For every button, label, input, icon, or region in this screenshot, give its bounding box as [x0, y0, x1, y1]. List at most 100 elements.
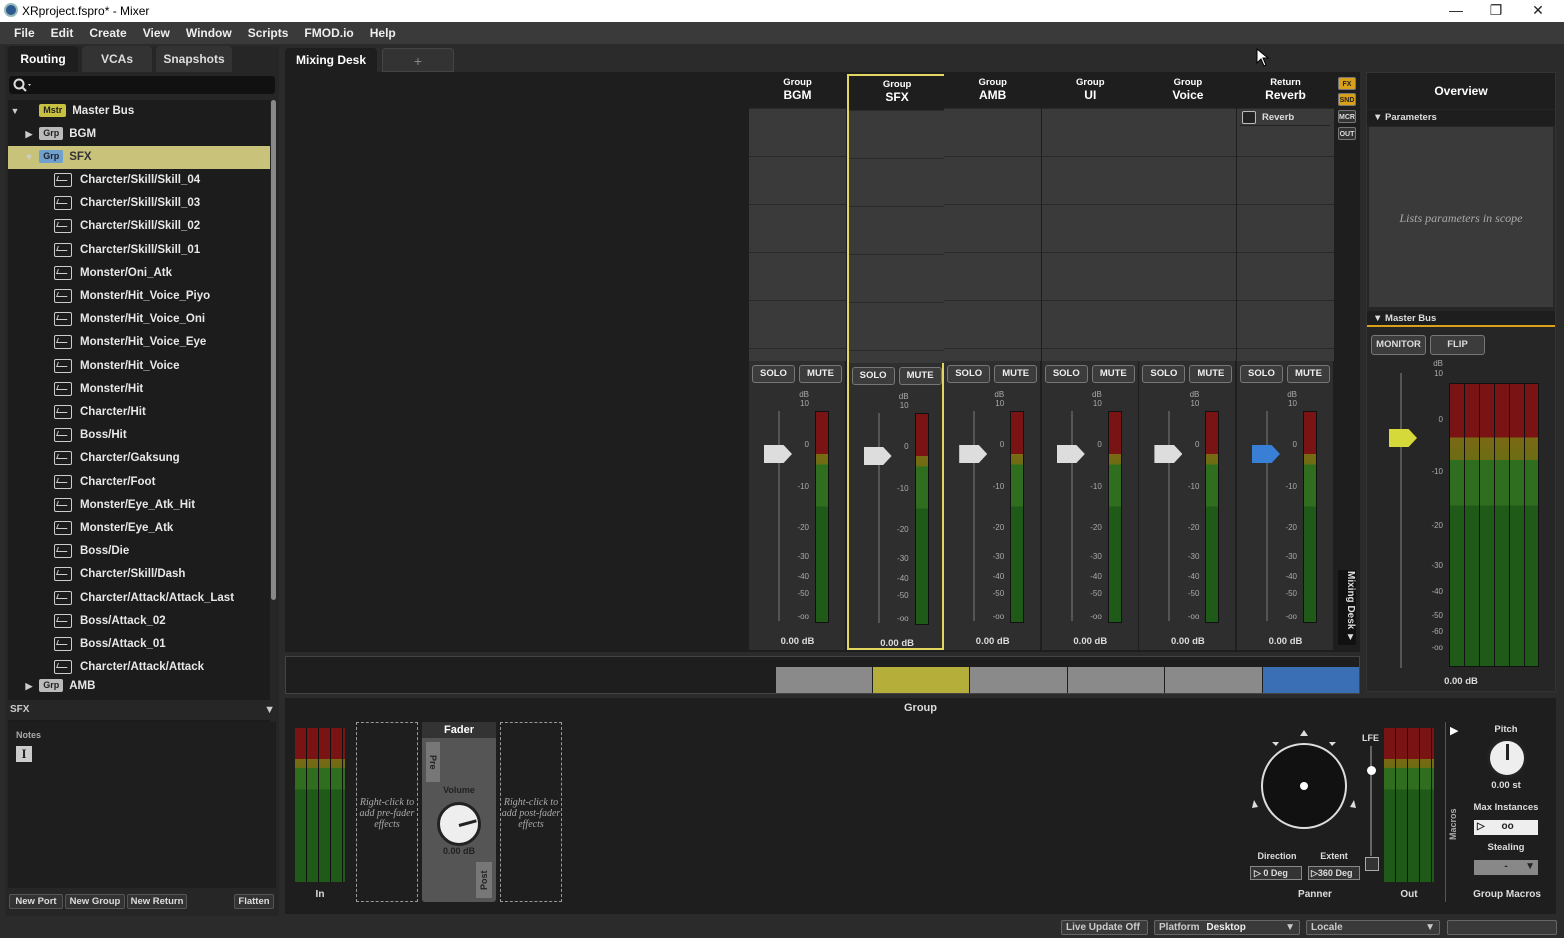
minimize-button[interactable]: —	[1436, 1, 1476, 21]
volume-knob[interactable]	[437, 802, 481, 846]
strip-effects-area[interactable]	[1139, 108, 1237, 361]
platform-dropdown[interactable]: Platform Desktop ▼	[1154, 920, 1300, 935]
solo-button[interactable]: SOLO	[1240, 365, 1283, 383]
collapse-arrow-icon[interactable]: ▼	[22, 146, 36, 169]
strip-header[interactable]: Group Voice	[1139, 74, 1237, 108]
strip-effects-area[interactable]	[1237, 108, 1334, 361]
flip-button[interactable]: FLIP	[1430, 335, 1485, 355]
solo-button[interactable]: SOLO	[1044, 365, 1088, 383]
locale-dropdown[interactable]: Locale ▼	[1306, 920, 1440, 935]
tab-vcas[interactable]: VCAs	[82, 46, 152, 72]
parameters-section[interactable]: ▼ Parameters	[1367, 110, 1555, 126]
snd-toggle-button[interactable]: SND	[1338, 93, 1356, 106]
dropdown-arrow-icon[interactable]: ▼	[264, 700, 275, 720]
strip-header[interactable]: Return Reverb	[1237, 74, 1334, 108]
tree-item-event[interactable]: Charcter/Gaksung	[8, 447, 270, 470]
pitch-knob[interactable]	[1487, 738, 1527, 778]
master-bus-section[interactable]: ▼ Master Bus	[1367, 311, 1555, 327]
mixer-strip-amb[interactable]: Group AMB SOLO MUTE dB 10 0 -10 -20 -30 -40 -50 -oo 0…	[944, 74, 1042, 650]
mixer-strip-voice[interactable]: Group Voice SOLO MUTE dB 10 0 -10 -20 -30 -40 -50 -o…	[1139, 74, 1237, 650]
master-fader-handle[interactable]	[1389, 429, 1417, 447]
minimap-strip-sfx[interactable]	[873, 667, 969, 693]
tree-item-event[interactable]: Monster/Hit_Voice	[8, 355, 270, 378]
search-input[interactable]	[9, 76, 275, 94]
tree-item-event[interactable]: Monster/Hit_Voice_Oni	[8, 308, 270, 331]
minimap-strip-voice[interactable]	[1165, 667, 1262, 693]
strip-effects-area[interactable]	[749, 108, 846, 361]
tree-item-event[interactable]: Boss/Attack_02	[8, 610, 270, 633]
menu-file[interactable]: File	[14, 26, 35, 40]
strip-header[interactable]: Group SFX	[848, 76, 946, 110]
tree-item-event[interactable]: Monster/Hit	[8, 378, 270, 401]
mute-button[interactable]: MUTE	[1189, 365, 1233, 383]
tree-item-event[interactable]: Boss/Die	[8, 540, 270, 563]
tree-item-event[interactable]: Charcter/Skill/Skill_02	[8, 215, 270, 238]
notes-panel[interactable]: Notes I	[8, 722, 276, 888]
strip-effects-area[interactable]	[944, 108, 1042, 361]
tree-item-event[interactable]: Charcter/Hit	[8, 401, 270, 424]
tree-item-event[interactable]: Boss/Attack_01	[8, 633, 270, 656]
mixer-strip-sfx[interactable]: Group SFX SOLO MUTE dB 10 0 -10 -20 -30 -40 -50 -oo 0…	[846, 74, 946, 650]
minimap-strip-ui[interactable]	[1068, 667, 1164, 693]
strip-effects-area[interactable]	[1041, 108, 1139, 361]
mixer-strip-bgm[interactable]: Group BGM SOLO MUTE dB 10 0 -10 -20 -30 -40 -50 -oo 0…	[749, 74, 846, 650]
new-port-button[interactable]: New Port	[9, 894, 63, 909]
reverb-effect-slot[interactable]: Reverb	[1240, 109, 1330, 126]
mute-button[interactable]: MUTE	[898, 367, 942, 385]
tree-item-sfx[interactable]: ▼ Grp SFX	[8, 146, 270, 169]
solo-button[interactable]: SOLO	[1142, 365, 1186, 383]
panner-dial[interactable]	[1248, 728, 1360, 848]
fader-effect[interactable]: Fader Pre Volume 0.00 dB Post	[422, 722, 496, 902]
text-cursor-icon[interactable]: I	[16, 746, 32, 762]
extent-field[interactable]: ▷360 Deg	[1308, 866, 1360, 880]
mcr-toggle-button[interactable]: MCR	[1338, 110, 1356, 123]
tree-item-event[interactable]: Boss/Hit	[8, 424, 270, 447]
minimap-strip-bgm[interactable]	[776, 667, 872, 693]
expand-arrow-icon[interactable]: ▶	[22, 123, 36, 146]
max-instances-field[interactable]: ▷ oo	[1474, 820, 1538, 835]
fx-toggle-button[interactable]: FX	[1338, 77, 1356, 90]
mute-button[interactable]: MUTE	[1091, 365, 1135, 383]
menu-window[interactable]: Window	[186, 26, 232, 40]
live-update-button[interactable]: Live Update Off	[1061, 920, 1148, 935]
minimap-strip-amb[interactable]	[970, 667, 1067, 693]
lfe-slider-track[interactable]	[1370, 746, 1372, 856]
monitor-button[interactable]: MONITOR	[1371, 335, 1426, 355]
menu-help[interactable]: Help	[370, 26, 396, 40]
out-toggle-button[interactable]: OUT	[1338, 127, 1356, 140]
macros-expand-icon[interactable]: ▶	[1450, 724, 1458, 737]
mixing-desk-side-label[interactable]: Mixing Desk ▼	[1338, 570, 1356, 645]
new-tab-button[interactable]: +	[382, 48, 454, 72]
mixer-strip-ui[interactable]: Group UI SOLO MUTE dB 10 0 -10 -20 -30 -40 -50 -oo 0.…	[1041, 74, 1139, 650]
strip-effects-area[interactable]	[848, 110, 946, 363]
tab-mixing-desk[interactable]: Mixing Desk	[285, 48, 377, 72]
minimap-strip-reverb[interactable]	[1263, 667, 1359, 693]
strip-header[interactable]: Group BGM	[749, 74, 846, 108]
tree-item-event[interactable]: Charcter/Skill/Dash	[8, 563, 270, 586]
stealing-dropdown[interactable]: - ▼	[1474, 860, 1538, 875]
tree-item-event[interactable]: Charcter/Skill/Skill_03	[8, 192, 270, 215]
strip-header[interactable]: Group AMB	[944, 74, 1042, 108]
strip-header[interactable]: Group UI	[1041, 74, 1139, 108]
menu-scripts[interactable]: Scripts	[248, 26, 289, 40]
tree-item-event[interactable]: Charcter/Foot	[8, 471, 270, 494]
mute-button[interactable]: MUTE	[994, 365, 1038, 383]
menu-view[interactable]: View	[143, 26, 170, 40]
lfe-slider-handle[interactable]	[1367, 766, 1376, 775]
mute-button[interactable]: MUTE	[799, 365, 842, 383]
menu-fmodio[interactable]: FMOD.io	[304, 26, 353, 40]
solo-button[interactable]: SOLO	[947, 365, 991, 383]
tree-scrollbar[interactable]	[271, 100, 276, 600]
solo-button[interactable]: SOLO	[752, 365, 795, 383]
tree-item-event[interactable]: Monster/Eye_Atk	[8, 517, 270, 540]
solo-button[interactable]: SOLO	[851, 367, 895, 385]
tree-item-master-bus[interactable]: ▼ Mstr Master Bus	[8, 100, 270, 123]
tree-item-amb[interactable]: ▶ Grp AMB	[8, 675, 270, 698]
tree-item-event[interactable]: Charcter/Skill/Skill_04	[8, 169, 270, 192]
pre-fader-effects-slot[interactable]: Right-click to add pre-fader effects	[356, 722, 418, 902]
tree-item-event[interactable]: Monster/Hit_Voice_Eye	[8, 331, 270, 354]
maximize-button[interactable]: ❐	[1476, 1, 1516, 21]
flatten-button[interactable]: Flatten	[234, 894, 274, 909]
new-return-button[interactable]: New Return	[127, 894, 187, 909]
expand-arrow-icon[interactable]: ▶	[22, 675, 36, 698]
